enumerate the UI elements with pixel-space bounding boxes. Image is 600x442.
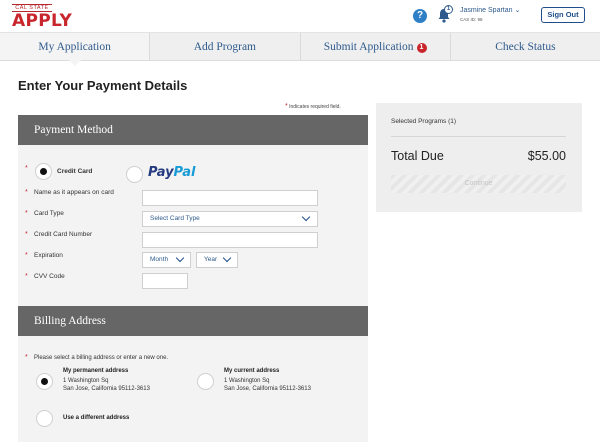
- required-star: *: [285, 103, 288, 110]
- payment-method-header: Payment Method: [18, 115, 368, 145]
- cas-id: CAS ID: 98: [460, 17, 483, 22]
- required-star: *: [25, 354, 28, 361]
- permanent-address-radio[interactable]: [36, 373, 53, 390]
- card-number-label: Credit Card Number: [34, 231, 93, 238]
- chevron-down-icon: [222, 253, 232, 263]
- expiration-label: Expiration: [34, 252, 63, 259]
- page-title: Enter Your Payment Details: [18, 78, 188, 93]
- help-icon[interactable]: ?: [413, 9, 427, 23]
- top-header: CAL STATE APPLY ? 1 Jasmine Spartan ⌄ CAS…: [0, 0, 600, 33]
- summary-divider: [391, 136, 566, 137]
- tab-add-program[interactable]: Add Program: [150, 33, 301, 60]
- expiration-year-select[interactable]: Year: [196, 252, 238, 268]
- card-type-select[interactable]: Select Card Type: [142, 211, 318, 227]
- required-star: *: [25, 231, 28, 238]
- notification-badge: 1: [444, 5, 453, 14]
- different-address-radio[interactable]: [36, 410, 53, 427]
- paypal-radio[interactable]: [126, 166, 143, 183]
- logo-big-text: APPLY: [12, 11, 73, 31]
- card-type-value: Select Card Type: [150, 215, 200, 222]
- chevron-down-icon: [301, 212, 311, 222]
- permanent-address-line1: 1 Washington Sq: [63, 378, 109, 384]
- order-summary: Selected Programs (1) Total Due $55.00 C…: [376, 103, 582, 212]
- selected-programs-label: Selected Programs (1): [391, 118, 457, 125]
- name-on-card-label: Name as it appears on card: [34, 189, 114, 196]
- continue-button[interactable]: Continue: [391, 175, 566, 193]
- billing-address-header: Billing Address: [18, 306, 368, 336]
- paypal-logo[interactable]: PayPal: [148, 165, 195, 180]
- card-number-input[interactable]: [142, 232, 318, 248]
- chevron-down-icon: ⌄: [514, 7, 521, 14]
- required-star: *: [25, 252, 28, 259]
- tab-label: Check Status: [495, 41, 556, 53]
- month-value: Month: [150, 256, 169, 263]
- sign-out-button[interactable]: Sign Out: [541, 7, 585, 23]
- current-address-line2: San Jose, California 95112-3613: [224, 386, 311, 392]
- credit-card-label: Credit Card: [57, 168, 93, 175]
- permanent-address-line2: San Jose, California 95112-3613: [63, 386, 150, 392]
- submit-badge: 1: [416, 43, 427, 53]
- credit-card-radio[interactable]: [35, 163, 52, 180]
- current-address-title: My current address: [224, 368, 280, 374]
- expiration-month-select[interactable]: Month: [142, 252, 191, 268]
- current-address-line1: 1 Washington Sq: [224, 378, 270, 384]
- user-menu[interactable]: Jasmine Spartan ⌄: [460, 6, 520, 14]
- cvv-input[interactable]: [142, 273, 188, 289]
- tab-label: Submit Application: [323, 41, 414, 53]
- total-due-value: $55.00: [527, 149, 566, 163]
- card-type-label: Card Type: [34, 210, 64, 217]
- name-on-card-input[interactable]: [142, 190, 318, 206]
- required-star: *: [25, 210, 28, 217]
- tab-label: My Application: [38, 41, 111, 53]
- required-note-text: Indicates required field.: [289, 104, 341, 110]
- tab-label: Add Program: [193, 41, 257, 53]
- year-value: Year: [204, 256, 218, 263]
- different-address-label: Use a different address: [63, 415, 130, 421]
- tab-submit-application[interactable]: Submit Application 1: [301, 33, 451, 60]
- required-star: *: [25, 165, 28, 172]
- permanent-address-title: My permanent address: [63, 368, 129, 374]
- required-star: *: [25, 189, 28, 196]
- required-note: * Indicates required field.: [285, 103, 341, 110]
- total-due-label: Total Due: [391, 149, 444, 163]
- main-nav: My Application Add Program Submit Applic…: [0, 33, 600, 66]
- cal-state-apply-logo[interactable]: CAL STATE APPLY: [12, 4, 73, 31]
- tab-my-application[interactable]: My Application: [0, 33, 151, 66]
- paypal-text-1: Pay: [148, 165, 174, 180]
- required-star: *: [25, 273, 28, 280]
- current-address-radio[interactable]: [197, 373, 214, 390]
- user-name: Jasmine Spartan: [460, 7, 513, 14]
- chevron-down-icon: [175, 253, 185, 263]
- paypal-text-2: Pal: [173, 165, 196, 180]
- cvv-label: CVV Code: [34, 273, 65, 280]
- tab-check-status[interactable]: Check Status: [451, 33, 600, 60]
- billing-instruction: Please select a billing address or enter…: [34, 355, 169, 361]
